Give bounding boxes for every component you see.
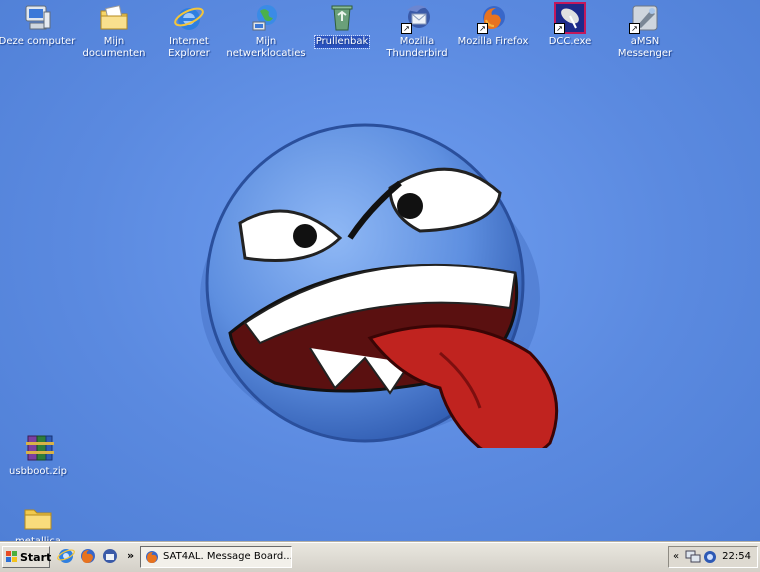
icon-label: aMSN Messenger [617, 36, 673, 59]
icon-label: Prullenbak [313, 35, 371, 49]
system-tray: « 22:54 [668, 546, 758, 568]
shortcut-arrow-icon: ↗ [401, 23, 412, 34]
desktop[interactable]: Deze computer Mijn documenten Internet E… [0, 0, 760, 542]
icon-label: Mijn documenten [82, 36, 146, 59]
start-label: Start [20, 551, 52, 564]
taskbar: Start » SAT4AL. Message Board... « 22:54 [0, 542, 760, 572]
amsn-tray-icon[interactable] [703, 550, 717, 564]
desktop-icon-usbboot-zip[interactable]: usbboot.zip [0, 432, 80, 478]
wallpaper-angry-smiley [200, 123, 559, 448]
icon-label: Internet Explorer [168, 36, 210, 59]
icon-label: Mijn netwerklocaties [226, 36, 306, 59]
amsn-messenger-icon: ↗ [629, 2, 661, 34]
desktop-icon-network-places[interactable]: Mijn netwerklocaties [224, 2, 308, 60]
shortcut-arrow-icon: ↗ [477, 23, 488, 34]
folder-documents-icon [98, 2, 130, 34]
desktop-icon-internet-explorer[interactable]: Internet Explorer [147, 2, 231, 60]
satellite-dish-icon: ↗ [554, 2, 586, 34]
desktop-icon-firefox[interactable]: ↗ Mozilla Firefox [451, 2, 535, 48]
desktop-icon-amsn[interactable]: ↗ aMSN Messenger [603, 2, 687, 60]
shortcut-arrow-icon: ↗ [629, 23, 640, 34]
quicklaunch-thunderbird-icon[interactable] [101, 547, 119, 565]
firefox-icon: ↗ [477, 2, 509, 34]
desktop-icon-my-computer[interactable]: Deze computer [0, 2, 79, 48]
firefox-icon [146, 551, 158, 563]
desktop-icon-my-documents[interactable]: Mijn documenten [72, 2, 156, 60]
desktop-icon-recycle-bin[interactable]: Prullenbak [300, 2, 384, 49]
network-connection-icon[interactable] [685, 550, 701, 564]
icon-label: usbboot.zip [9, 466, 67, 477]
internet-explorer-icon [173, 2, 205, 34]
windows-flag-icon [6, 551, 17, 562]
quicklaunch-firefox-icon[interactable] [79, 547, 97, 565]
recycle-bin-icon [326, 2, 358, 34]
task-title: SAT4AL. Message Board... [163, 551, 292, 562]
taskbar-button-firefox-window[interactable]: SAT4AL. Message Board... [140, 546, 292, 568]
quicklaunch-ie-icon[interactable] [57, 547, 75, 565]
shortcut-arrow-icon: ↗ [554, 23, 565, 34]
thunderbird-icon: ↗ [401, 2, 433, 34]
tray-expand-arrow[interactable]: « [673, 551, 679, 562]
desktop-icon-thunderbird[interactable]: ↗ Mozilla Thunderbird [375, 2, 459, 60]
icon-label: Mozilla Thunderbird [386, 36, 448, 59]
winrar-archive-icon [22, 432, 54, 464]
start-button[interactable]: Start [2, 546, 52, 568]
taskbar-clock[interactable]: 22:54 [722, 551, 751, 562]
icon-label: Deze computer [0, 36, 76, 47]
icon-label: Mozilla Firefox [457, 36, 529, 47]
quicklaunch-chevron[interactable]: » [127, 549, 134, 562]
computer-icon [21, 2, 53, 34]
desktop-icon-metallica-folder[interactable]: metallica [0, 502, 80, 542]
folder-icon [22, 502, 54, 534]
desktop-icon-dcc[interactable]: ↗ DCC.exe [528, 2, 612, 48]
icon-label: DCC.exe [548, 36, 592, 47]
network-globe-icon [250, 2, 282, 34]
